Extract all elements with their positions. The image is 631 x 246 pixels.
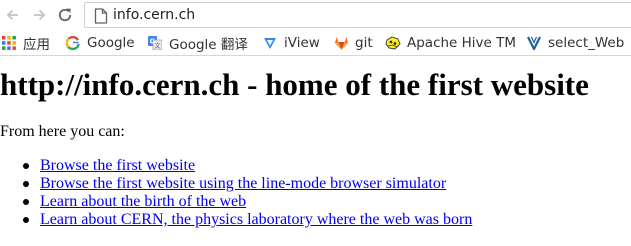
forward-button[interactable] — [28, 4, 50, 26]
bookmark-label: iView — [284, 35, 320, 51]
bookmark-git[interactable]: git — [333, 33, 373, 53]
page-info-icon[interactable] — [94, 8, 108, 24]
bookmark-google-translate[interactable]: G 文 Google 翻译 — [147, 33, 248, 53]
google-icon — [65, 35, 81, 51]
page-content: http://info.cern.ch - home of the first … — [0, 56, 631, 246]
bookmark-select-web[interactable]: select_Web — [526, 33, 624, 53]
bookmark-label: Apache Hive TM — [407, 35, 517, 51]
list-item: Browse the first website using the line-… — [0, 175, 472, 193]
page-title: http://info.cern.ch - home of the first … — [0, 67, 589, 102]
url-text[interactable]: info.cern.ch — [113, 7, 195, 24]
v-icon — [526, 35, 542, 51]
list-item: Browse the first website — [0, 157, 472, 175]
bookmark-apps[interactable]: 应用 — [1, 33, 50, 53]
bookmark-label: git — [355, 35, 373, 51]
link-browse-first-website[interactable]: Browse the first website — [40, 157, 195, 174]
browser-toolbar: info.cern.ch — [0, 0, 631, 30]
reload-icon — [58, 8, 72, 22]
reload-button[interactable] — [54, 4, 76, 26]
bookmark-google[interactable]: Google — [65, 33, 135, 53]
google-translate-icon: G 文 — [147, 35, 163, 51]
bookmarks-bar: 应用 Google G 文 Google 翻译 iView git Apache… — [0, 30, 631, 56]
bullet-icon — [23, 217, 29, 223]
list-item: Learn about the birth of the web — [0, 193, 472, 211]
link-about-cern[interactable]: Learn about CERN, the physics laboratory… — [40, 211, 472, 228]
back-button[interactable] — [2, 4, 24, 26]
gitlab-icon — [333, 35, 349, 51]
arrow-left-icon — [6, 9, 18, 21]
bookmark-label: 应用 — [23, 37, 50, 53]
bullet-icon — [23, 199, 29, 205]
apps-grid-icon — [1, 35, 17, 51]
link-line-mode-browser[interactable]: Browse the first website using the line-… — [40, 175, 446, 192]
link-list: Browse the first website Browse the firs… — [0, 157, 472, 229]
arrow-right-icon — [34, 9, 46, 21]
bookmark-iview[interactable]: iView — [262, 33, 320, 53]
bullet-icon — [23, 163, 29, 169]
link-birth-of-web[interactable]: Learn about the birth of the web — [40, 193, 246, 210]
hive-icon — [385, 35, 401, 51]
bookmark-label: select_Web — [548, 35, 625, 51]
iview-icon — [262, 35, 278, 51]
bookmark-apache-hive[interactable]: Apache Hive TM — [385, 33, 516, 53]
address-bar[interactable]: info.cern.ch — [84, 2, 631, 28]
list-item: Learn about CERN, the physics laboratory… — [0, 211, 472, 229]
intro-text: From here you can: — [0, 123, 125, 140]
bookmark-label: Google 翻译 — [169, 37, 248, 53]
bookmark-label: Google — [87, 35, 135, 51]
svg-text:文: 文 — [154, 42, 160, 50]
bullet-icon — [23, 181, 29, 187]
